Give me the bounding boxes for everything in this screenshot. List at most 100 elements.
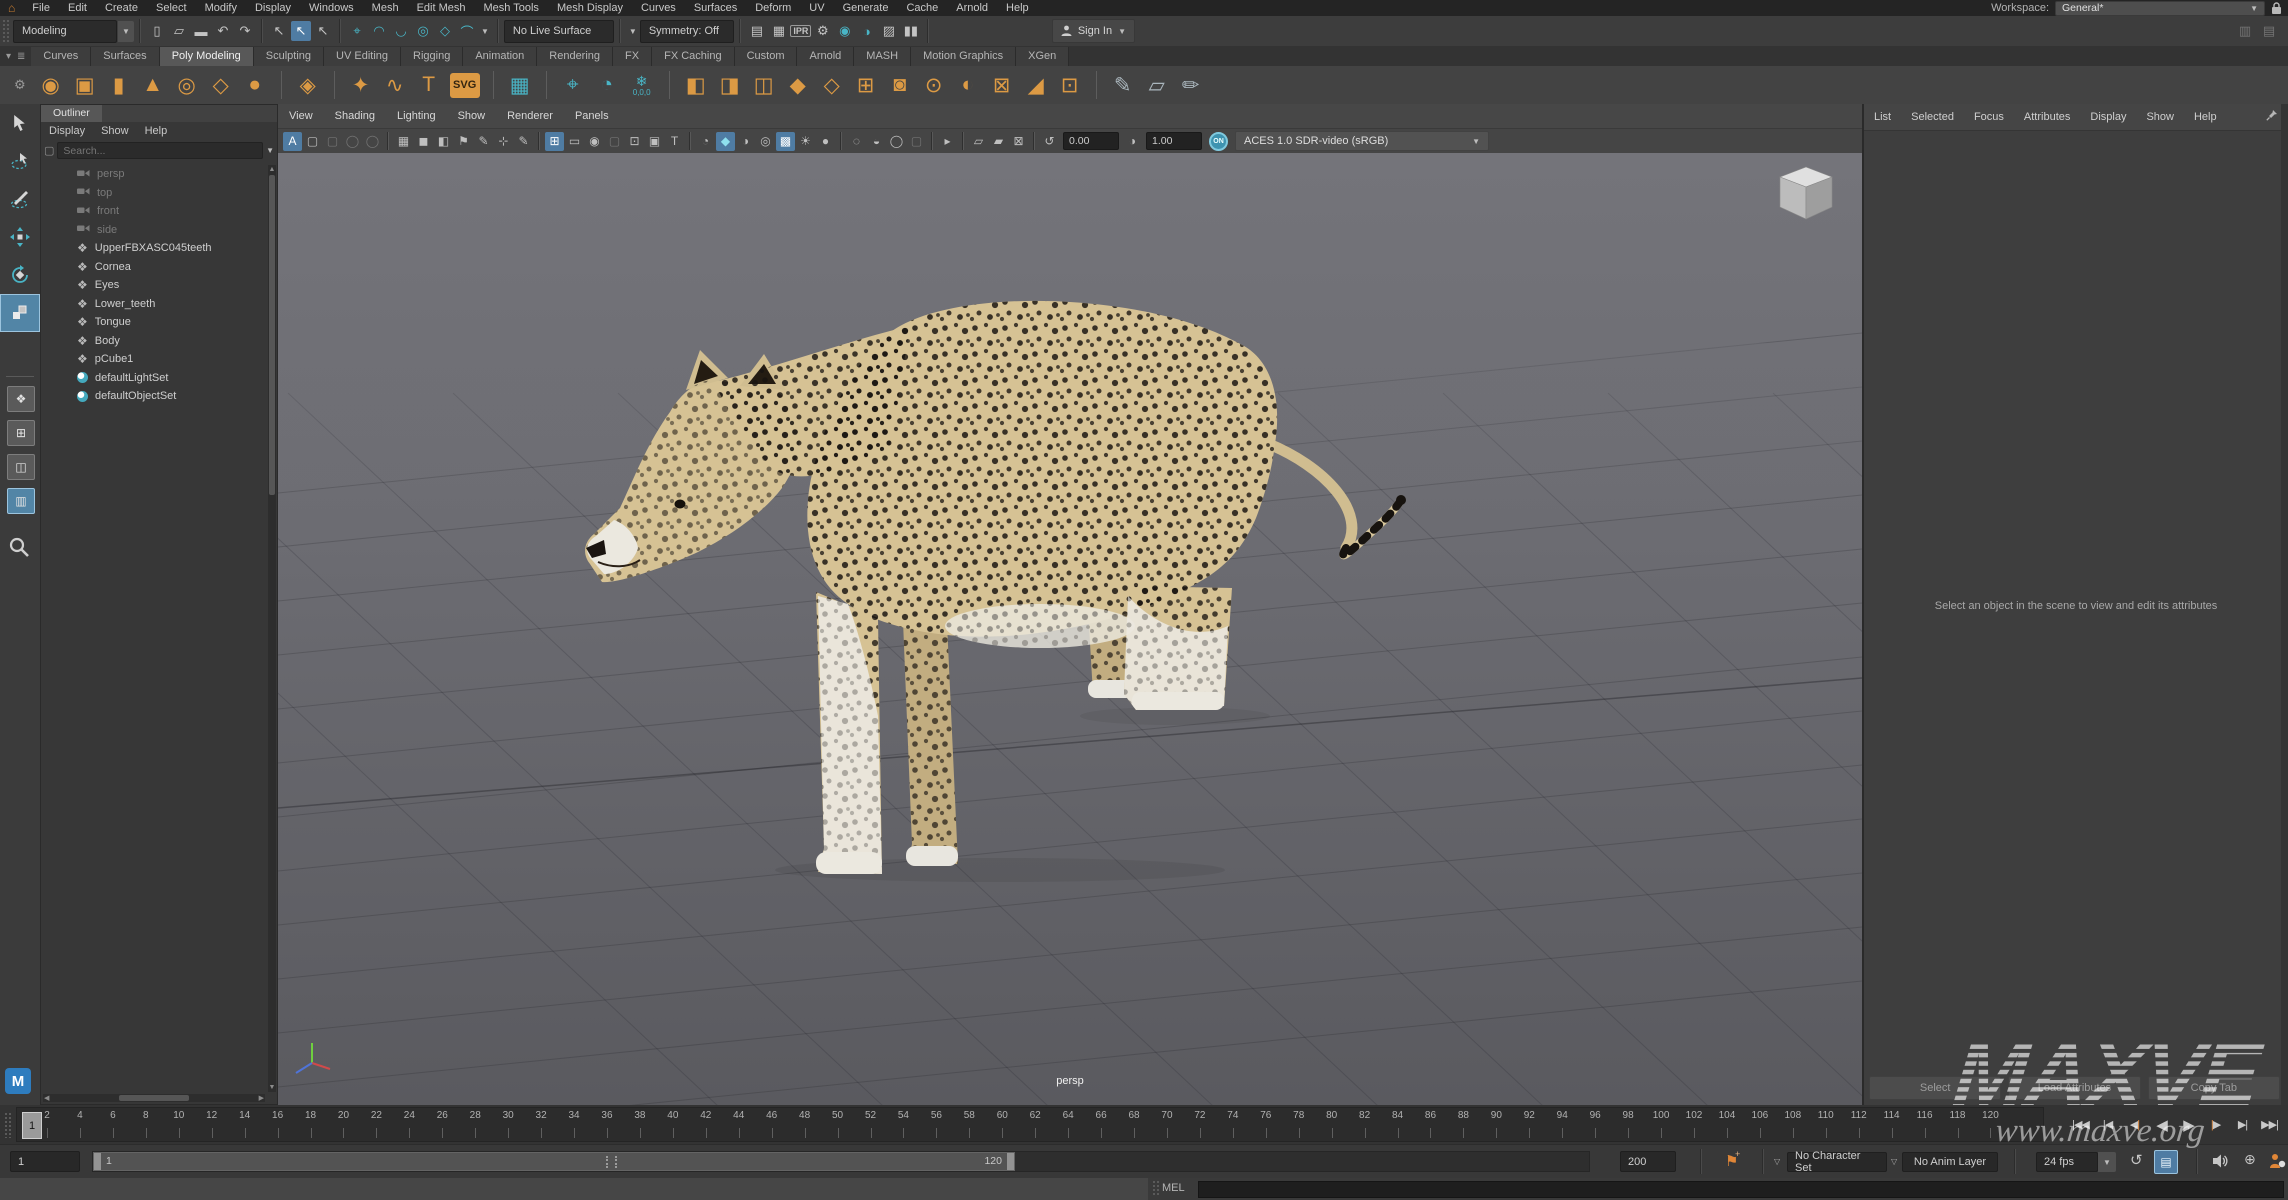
shelf-tab-mash[interactable]: MASH — [854, 47, 911, 66]
paint-selection-tool[interactable] — [0, 180, 40, 218]
render-region-icon[interactable]: ▢ — [323, 132, 342, 151]
maya-home-icon[interactable]: ⌂ — [0, 1, 23, 15]
isolate-select-icon[interactable]: ▸ — [938, 132, 957, 151]
fill-hole-icon[interactable]: ◙ — [883, 68, 917, 102]
time-slider-track[interactable]: 1 24681012141618202224262830323436384042… — [16, 1107, 2044, 1142]
shelf-tab-fx[interactable]: FX — [613, 47, 652, 66]
pause-viewport-icon[interactable]: ▮▮ — [901, 21, 921, 41]
snap-point-icon[interactable]: ◡ — [391, 21, 411, 41]
scrollbar-thumb[interactable] — [119, 1095, 189, 1101]
attr-menu-list[interactable]: List — [1864, 111, 1901, 123]
chevron-down-icon[interactable]: ▼ — [266, 146, 274, 155]
boolean-difference-icon[interactable]: ◨ — [713, 68, 747, 102]
curve-warp-icon[interactable]: ∿ — [378, 68, 412, 102]
backface-icon[interactable]: ⊠ — [1009, 132, 1028, 151]
view-cube[interactable] — [1770, 163, 1842, 227]
outliner-item-cornea[interactable]: ❖Cornea — [41, 258, 268, 277]
outliner-item-eyes[interactable]: ❖Eyes — [41, 276, 268, 295]
select-hierarchy-icon[interactable]: ↖ — [269, 21, 289, 41]
undo-icon[interactable]: ↶ — [213, 21, 233, 41]
anim-layer-dropdown[interactable]: No Anim Layer — [1902, 1152, 1998, 1172]
snap-plane-icon[interactable]: ◇ — [435, 21, 455, 41]
shelf-tab-arnold[interactable]: Arnold — [797, 47, 854, 66]
play-backwards-button[interactable]: ◀ — [2149, 1112, 2174, 1137]
exposure-icon[interactable]: ↺ — [1040, 132, 1059, 151]
live-surface-field[interactable]: No Live Surface — [504, 20, 614, 43]
safe-title-icon[interactable]: T — [665, 132, 684, 151]
mirror-icon[interactable]: ◐ — [951, 68, 985, 102]
fps-caret[interactable]: ▼ — [2098, 1152, 2116, 1172]
animation-end-field[interactable]: 200 — [1620, 1151, 1676, 1172]
poly-disc-icon[interactable]: ● — [238, 68, 272, 102]
safe-action-icon[interactable]: ▣ — [645, 132, 664, 151]
range-slider-track[interactable]: 1 120 — [92, 1151, 1590, 1172]
shelf-list-icon[interactable]: ≣ — [17, 51, 25, 62]
smooth-icon[interactable]: ⊙ — [917, 68, 951, 102]
menu-edit[interactable]: Edit — [59, 0, 96, 16]
menu-file[interactable]: File — [23, 0, 59, 16]
default-material-icon[interactable]: ◎ — [756, 132, 775, 151]
grease-pencil-icon[interactable]: ✎ — [514, 132, 533, 151]
scroll-left-icon[interactable]: ◀ — [44, 1094, 49, 1102]
go-to-start-button[interactable]: |◀◀ — [2068, 1112, 2093, 1137]
menu-surfaces[interactable]: Surfaces — [685, 0, 746, 16]
hypershade-icon[interactable]: ◉ — [835, 21, 855, 41]
gamma-field[interactable]: 1.00 — [1146, 132, 1202, 150]
chevron-down-icon[interactable]: ▽ — [1774, 1157, 1780, 1166]
snapshot-icon[interactable]: ◯ — [343, 132, 362, 151]
separate-icon[interactable]: ◇ — [815, 68, 849, 102]
connect-icon[interactable]: ✏ — [1174, 68, 1208, 102]
bookmark-icon[interactable]: ⚑ — [454, 132, 473, 151]
menu-mesh-tools[interactable]: Mesh Tools — [475, 0, 548, 16]
light-editor-icon[interactable]: ▨ — [879, 21, 899, 41]
range-end-handle[interactable] — [1007, 1153, 1014, 1170]
attr-menu-attributes[interactable]: Attributes — [2014, 111, 2080, 123]
shaded-icon[interactable]: ◆ — [716, 132, 735, 151]
outliner-item-tongue[interactable]: ❖Tongue — [41, 313, 268, 332]
redo-icon[interactable]: ↷ — [235, 21, 255, 41]
time-editor-icon[interactable]: ▤ — [2154, 1150, 2178, 1174]
outliner-item-upperfbxasc045teeth[interactable]: ❖UpperFBXASC045teeth — [41, 239, 268, 258]
extract-icon[interactable]: ⊞ — [849, 68, 883, 102]
menu-set-dropdown[interactable]: Modeling — [13, 20, 117, 43]
outliner-hscrollbar[interactable]: ◀ ▶ — [43, 1094, 265, 1102]
shelf-tab-rigging[interactable]: Rigging — [401, 47, 463, 66]
reset-time-icon[interactable]: ◔ — [590, 68, 624, 102]
previous-frame-button[interactable]: ◀| — [2122, 1112, 2147, 1137]
menu-mesh-display[interactable]: Mesh Display — [548, 0, 632, 16]
toggle-ui-left-icon[interactable]: ▥ — [2235, 21, 2255, 41]
viewport-menu-shading[interactable]: Shading — [324, 110, 386, 122]
shelf-tab-surfaces[interactable]: Surfaces — [91, 47, 159, 66]
shelf-tab-uv-editing[interactable]: UV Editing — [324, 47, 401, 66]
scrollbar-thumb[interactable] — [269, 175, 275, 495]
lights-icon[interactable]: ☀ — [796, 132, 815, 151]
animation-start-field[interactable]: 1 — [10, 1151, 80, 1172]
outliner-item-top[interactable]: top — [41, 184, 268, 203]
shelf-tab-motion-graphics[interactable]: Motion Graphics — [911, 47, 1016, 66]
poly-cone-icon[interactable]: ▲ — [136, 68, 170, 102]
symmetry-field[interactable]: Symmetry: Off — [640, 20, 734, 43]
menu-mesh[interactable]: Mesh — [363, 0, 408, 16]
bookmark-flag-icon[interactable]: ⚑+ — [1725, 1152, 1738, 1170]
outliner-item-defaultobjectset[interactable]: defaultObjectSet — [41, 387, 268, 406]
menu-display[interactable]: Display — [246, 0, 300, 16]
overlay-icon[interactable]: ◯ — [363, 132, 382, 151]
subdivide-icon[interactable]: ⊠ — [985, 68, 1019, 102]
single-pane-layout-button[interactable]: ❖ — [7, 386, 35, 412]
menu-set-caret[interactable]: ▼ — [118, 21, 134, 42]
command-input[interactable] — [1198, 1181, 2284, 1198]
range-start-handle[interactable] — [94, 1153, 101, 1170]
loop-icon[interactable]: ↺ — [2130, 1151, 2143, 1169]
lock-camera-icon[interactable]: ◼ — [414, 132, 433, 151]
attr-menu-selected[interactable]: Selected — [1901, 111, 1964, 123]
shelf-editor-icon[interactable]: ⚙ — [14, 77, 26, 93]
colorspace-dropdown[interactable]: ACES 1.0 SDR-video (sRGB)▼ — [1235, 131, 1489, 151]
outliner-item-persp[interactable]: persp — [41, 165, 268, 184]
menu-deform[interactable]: Deform — [746, 0, 800, 16]
leopard-model[interactable] — [580, 296, 1410, 896]
type-tool-icon[interactable]: T — [412, 68, 446, 102]
modeling-toolkit-icon[interactable]: ▦ — [503, 68, 537, 102]
command-language-label[interactable]: MEL — [1162, 1182, 1185, 1194]
scroll-down-icon[interactable]: ▼ — [268, 1083, 276, 1092]
gate-mask-icon[interactable]: ▢ — [605, 132, 624, 151]
